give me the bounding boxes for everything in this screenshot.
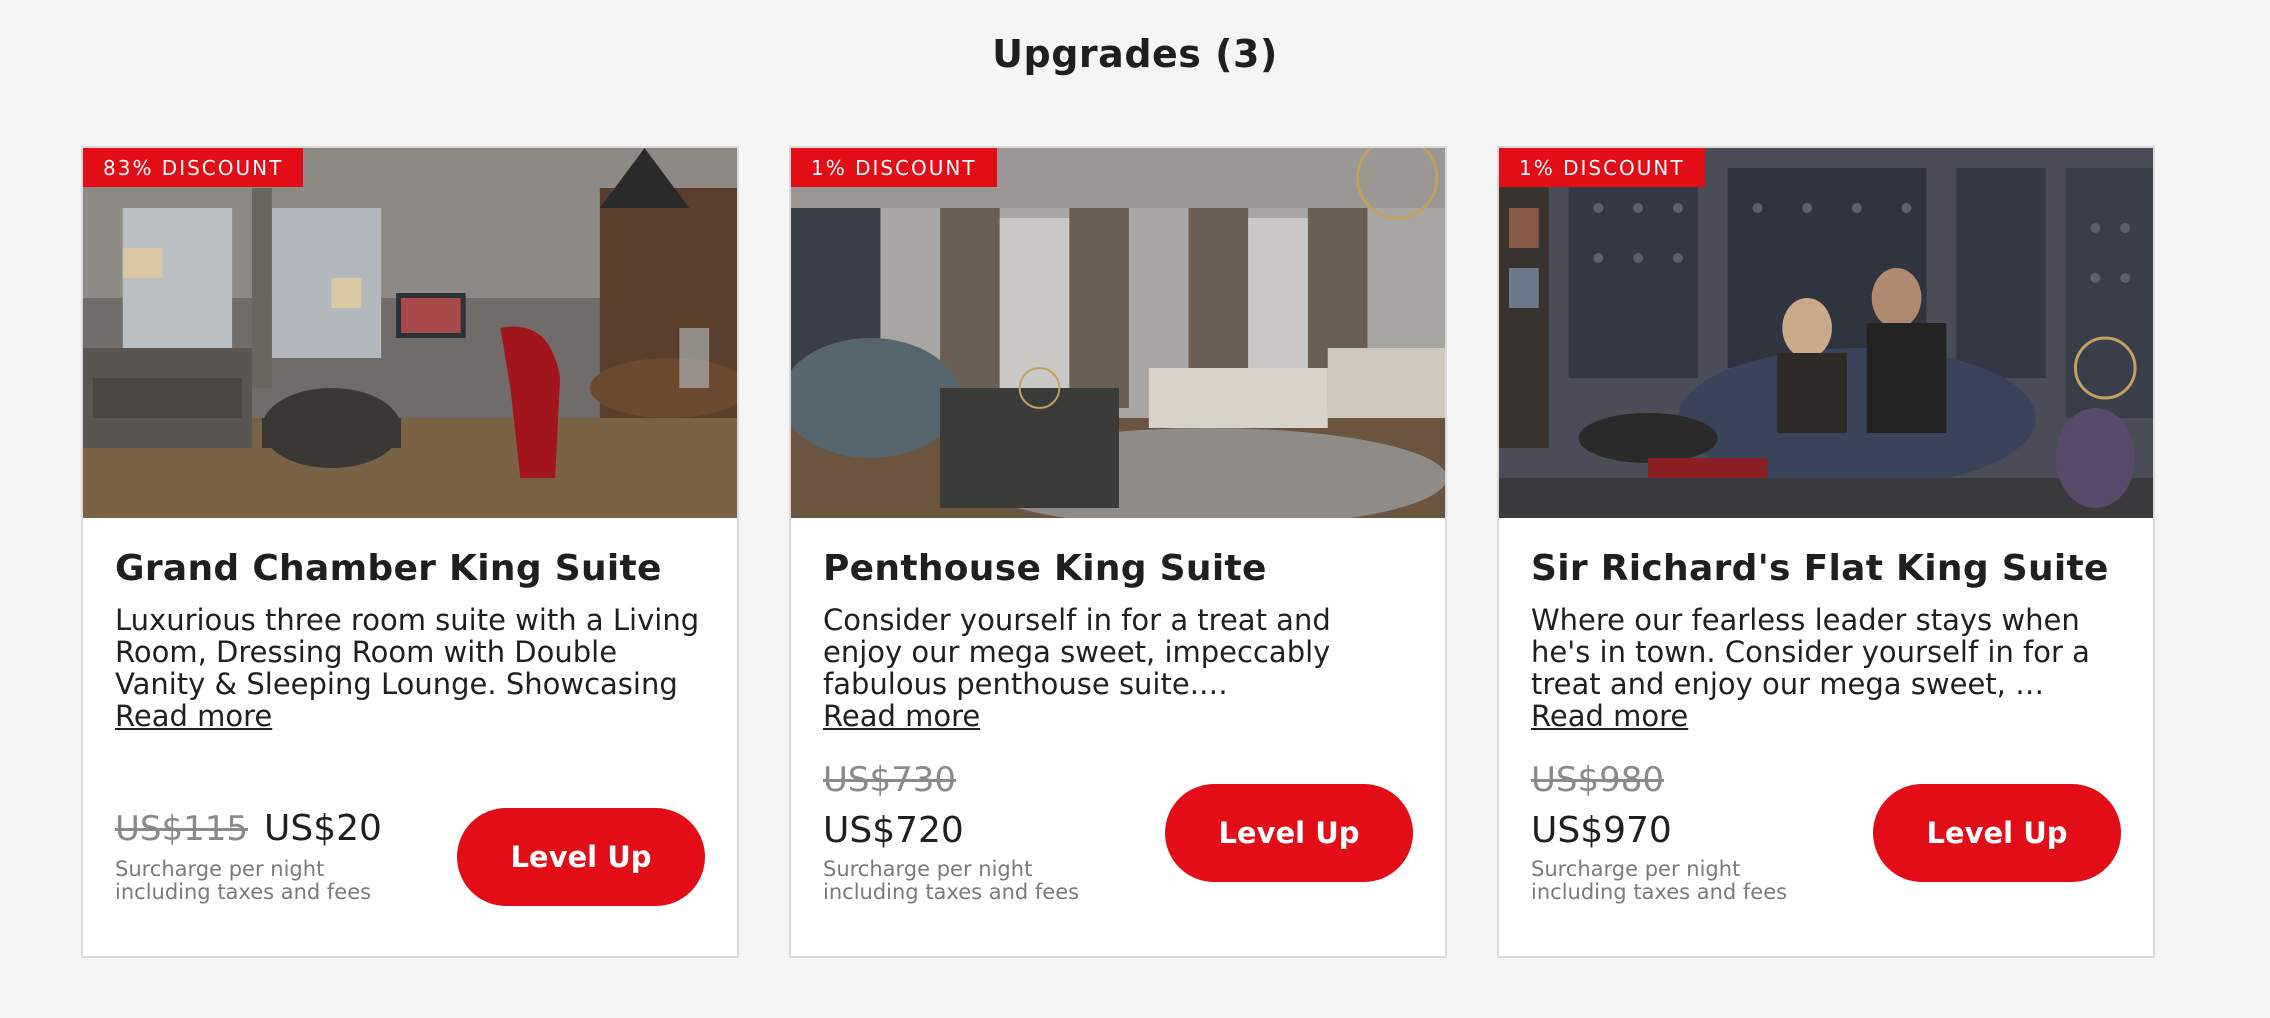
page-title: Upgrades (3) <box>992 32 1278 76</box>
read-more-link[interactable]: Read more <box>115 700 272 732</box>
read-more-link[interactable]: Read more <box>823 700 980 732</box>
original-price: US$980 <box>1531 760 1664 800</box>
price-row: US$115 US$20 <box>115 808 382 849</box>
room-description: Consider yourself in for a treat and enj… <box>823 604 1331 700</box>
room-description: Luxurious three room suite with a Living… <box>115 604 700 700</box>
room-title: Sir Richard's Flat King Suite <box>1531 548 2109 589</box>
surcharge-note: Surcharge per night including taxes and … <box>1531 858 1787 904</box>
room-photo-living-lounge-icon <box>83 148 737 518</box>
level-up-button[interactable]: Level Up <box>457 808 705 906</box>
card-body: Sir Richard's Flat King Suite Where our … <box>1499 518 2153 956</box>
upgrade-card-grand-chamber: 83% DISCOUNT Grand Chamber King Suite Lu… <box>81 146 739 958</box>
room-photo-penthouse-lounge-icon <box>791 148 1445 518</box>
room-title: Penthouse King Suite <box>823 548 1267 589</box>
level-up-button[interactable]: Level Up <box>1873 784 2121 882</box>
discounted-price: US$970 <box>1531 810 1672 851</box>
level-up-button[interactable]: Level Up <box>1165 784 1413 882</box>
upgrade-card-sir-richards-flat: 1% DISCOUNT Sir Richard's Flat King Suit… <box>1497 146 2155 958</box>
read-more-link[interactable]: Read more <box>1531 700 1688 732</box>
card-body: Penthouse King Suite Consider yourself i… <box>791 518 1445 956</box>
room-photo-couple-on-sofa-icon <box>1499 148 2153 518</box>
discount-badge: 83% DISCOUNT <box>83 148 304 187</box>
surcharge-note: Surcharge per night including taxes and … <box>823 858 1079 904</box>
original-price: US$115 <box>115 809 248 849</box>
surcharge-note: Surcharge per night including taxes and … <box>115 858 371 904</box>
upgrade-cards: 83% DISCOUNT Grand Chamber King Suite Lu… <box>81 146 2155 958</box>
discount-badge: 1% DISCOUNT <box>1499 148 1705 187</box>
surcharge-line-2: including taxes and fees <box>1531 880 1788 904</box>
original-price: US$730 <box>823 760 956 800</box>
room-description: Where our fearless leader stays when he'… <box>1531 604 2090 700</box>
discounted-price: US$20 <box>264 808 382 849</box>
surcharge-line-1: Surcharge per night <box>1531 857 1741 881</box>
room-photo: 83% DISCOUNT <box>83 148 737 518</box>
upgrade-card-penthouse: 1% DISCOUNT Penthouse King Suite Conside… <box>789 146 1447 958</box>
room-photo: 1% DISCOUNT <box>791 148 1445 518</box>
surcharge-line-2: including taxes and fees <box>115 880 372 904</box>
room-title: Grand Chamber King Suite <box>115 548 662 589</box>
discounted-price: US$720 <box>823 810 964 851</box>
surcharge-line-2: including taxes and fees <box>823 880 1080 904</box>
card-body: Grand Chamber King Suite Luxurious three… <box>83 518 737 956</box>
surcharge-line-1: Surcharge per night <box>115 857 325 881</box>
discount-badge: 1% DISCOUNT <box>791 148 997 187</box>
room-photo: 1% DISCOUNT <box>1499 148 2153 518</box>
surcharge-line-1: Surcharge per night <box>823 857 1033 881</box>
